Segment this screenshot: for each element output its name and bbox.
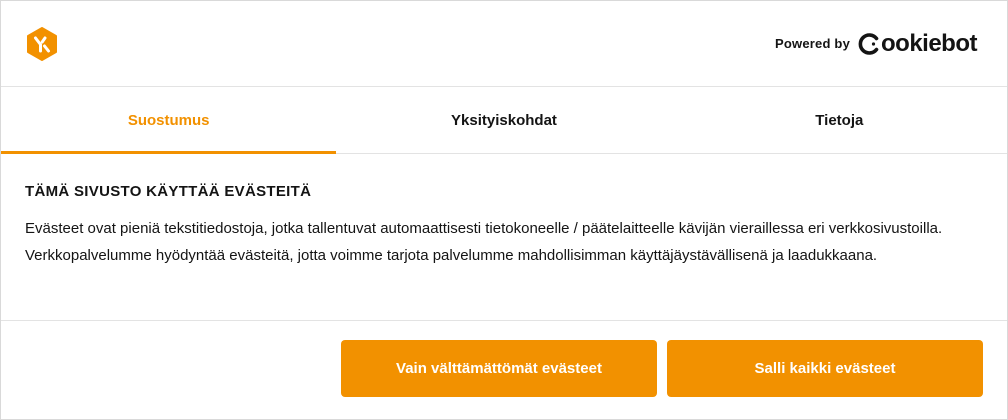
necessary-cookies-button[interactable]: Vain välttämättömät evästeet [341,340,657,397]
powered-by-label: Powered by [775,36,850,51]
tab-tietoja[interactable]: Tietoja [672,87,1007,153]
tab-suostumus[interactable]: Suostumus [1,87,337,154]
dialog-footer: Vain välttämättömät evästeet Salli kaikk… [1,321,1007,397]
tab-bar: Suostumus Yksityiskohdat Tietoja [1,87,1007,154]
cookie-consent-dialog: Powered by ookiebot Suostumus Yksityisko… [0,0,1008,420]
consent-title: TÄMÄ SIVUSTO KÄYTTÄÄ EVÄSTEITÄ [25,183,312,200]
powered-by-cookiebot: Powered by ookiebot [775,29,978,57]
tab-yksityiskohdat[interactable]: Yksityiskohdat [336,87,671,153]
brand-hexagon-logo-icon [27,26,57,61]
cookiebot-brand-text: ookiebot [881,29,978,57]
consent-content: TÄMÄ SIVUSTO KÄYTTÄÄ EVÄSTEITÄ Evästeet … [1,154,1007,321]
cookiebot-c-icon [858,32,879,55]
cookiebot-logo: ookiebot [858,29,978,57]
allow-all-cookies-button[interactable]: Salli kaikki evästeet [667,340,983,397]
dialog-header: Powered by ookiebot [1,1,1007,87]
consent-description: Evästeet ovat pieniä tekstitiedostoja, j… [25,220,943,264]
